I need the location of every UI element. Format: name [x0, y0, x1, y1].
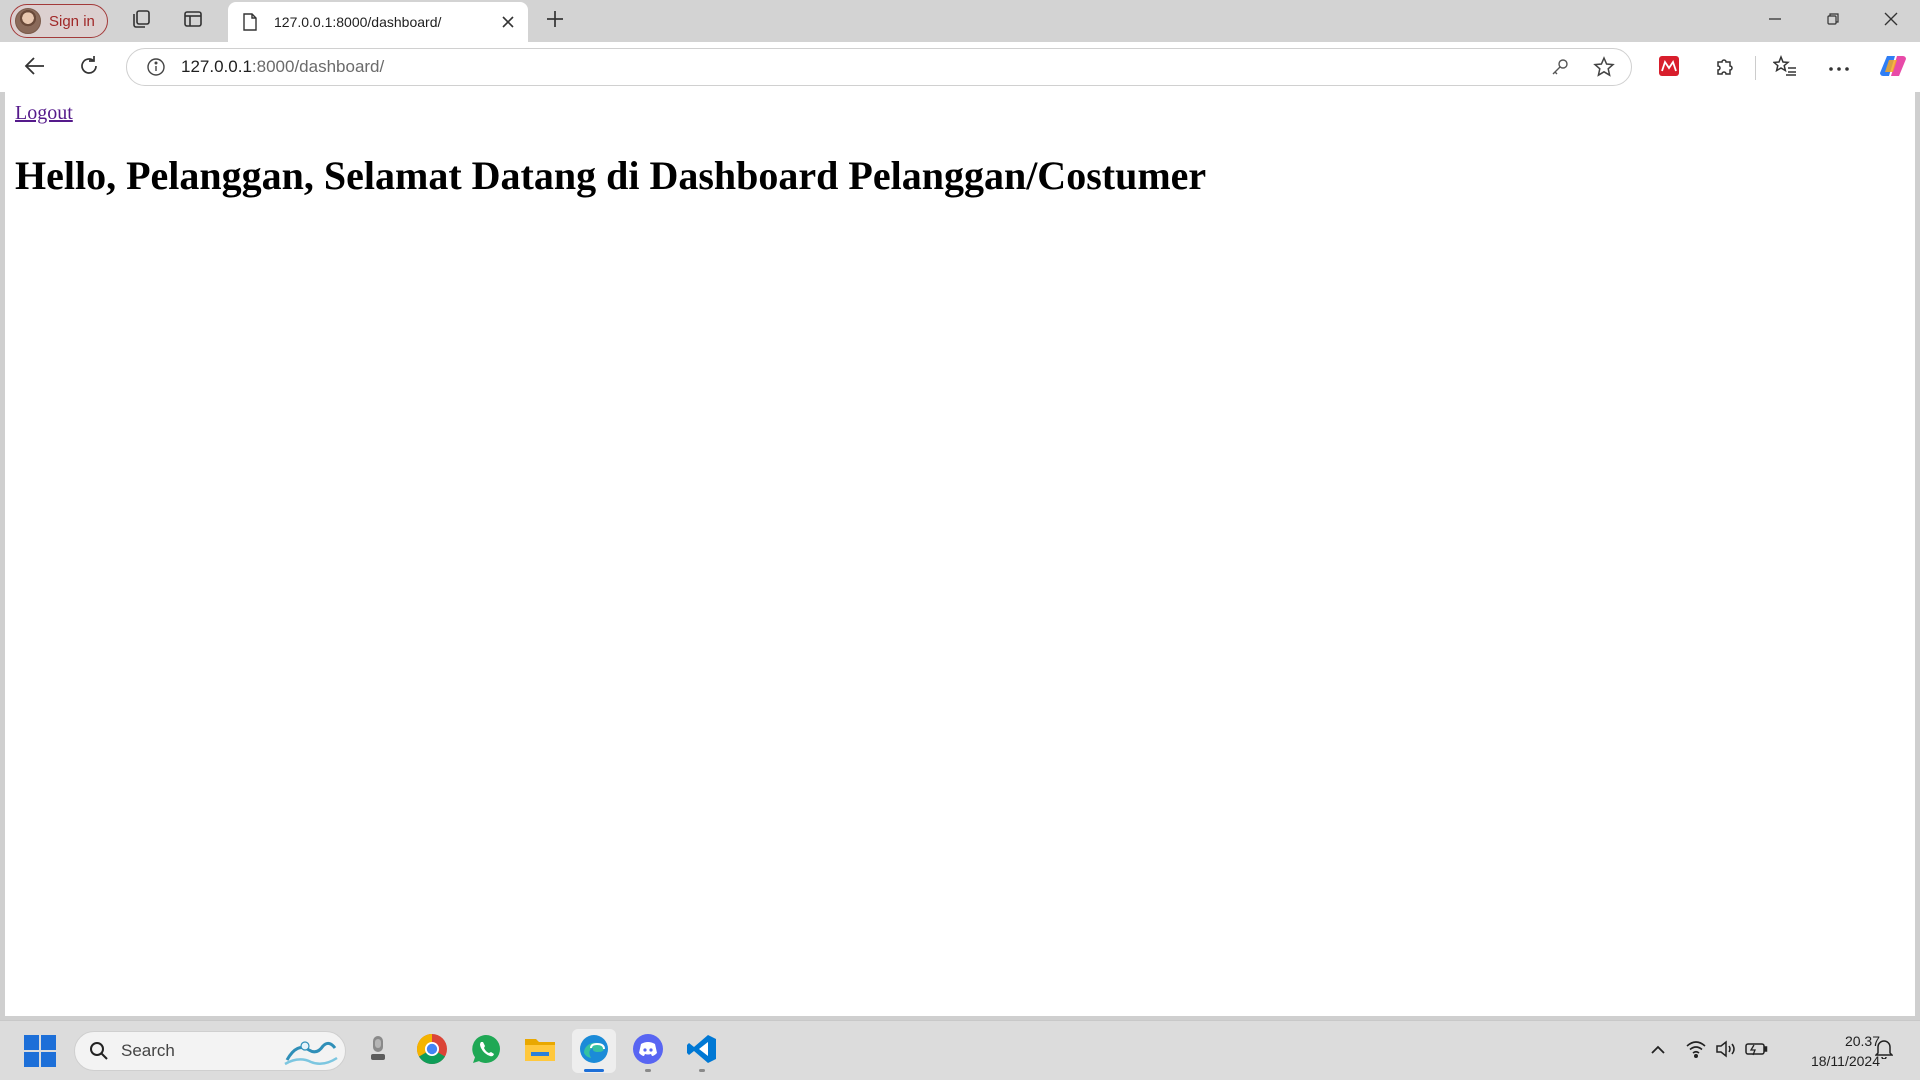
taskbar-app-microphone[interactable] — [356, 1029, 400, 1073]
microphone-icon — [367, 1034, 389, 1069]
volume-button[interactable] — [1712, 1037, 1740, 1065]
site-info-icon[interactable] — [145, 56, 167, 78]
speaker-icon — [1715, 1039, 1737, 1063]
browser-toolbar: 127.0.0.1:8000/dashboard/ — [0, 42, 1920, 92]
search-highlight-wave-icon — [283, 1035, 339, 1067]
vertical-tabs-icon — [183, 9, 203, 34]
extensions-button[interactable] — [1708, 51, 1742, 85]
wifi-icon — [1685, 1040, 1707, 1063]
settings-menu-button[interactable] — [1822, 51, 1856, 85]
taskbar-app-vscode[interactable] — [680, 1029, 724, 1073]
chevron-up-icon — [1650, 1042, 1666, 1060]
battery-button[interactable] — [1742, 1037, 1770, 1065]
minimize-button[interactable] — [1746, 0, 1804, 42]
url-path: :8000/dashboard/ — [251, 57, 385, 76]
search-label: Search — [121, 1041, 175, 1060]
file-explorer-icon — [523, 1035, 557, 1068]
extension-button[interactable] — [1652, 51, 1686, 85]
show-hidden-icons-button[interactable] — [1644, 1037, 1672, 1065]
favorites-list-icon — [1772, 54, 1797, 82]
close-window-button[interactable] — [1862, 0, 1920, 42]
clock-date: 18/11/2024 — [1810, 1053, 1880, 1069]
toolbar-divider — [1755, 56, 1756, 80]
minimize-icon — [1768, 12, 1782, 31]
logout-link[interactable]: Logout — [15, 102, 73, 125]
address-bar[interactable]: 127.0.0.1:8000/dashboard/ — [126, 48, 1632, 86]
vscode-icon — [686, 1033, 718, 1070]
red-extension-icon — [1658, 55, 1680, 82]
reload-button[interactable] — [72, 51, 106, 85]
favorite-star-icon[interactable] — [1587, 50, 1621, 84]
tab-close-icon[interactable] — [494, 8, 522, 36]
running-app-indicator — [699, 1069, 705, 1072]
discord-icon — [632, 1033, 664, 1070]
url-host: 127.0.0.1 — [181, 57, 252, 76]
page-viewport: Logout Hello, Pelanggan, Selamat Datang … — [5, 92, 1915, 1016]
page-icon — [240, 12, 260, 32]
reload-icon — [78, 55, 100, 82]
taskbar-app-edge[interactable] — [572, 1029, 616, 1073]
favorites-button[interactable] — [1768, 51, 1802, 85]
password-key-icon[interactable] — [1543, 50, 1577, 84]
browser-title-bar: Sign in 127.0.0.1:8000/dashboard/ — [0, 0, 1920, 42]
whatsapp-icon — [470, 1033, 502, 1070]
notifications-button[interactable] — [1870, 1037, 1898, 1065]
back-arrow-icon — [24, 56, 46, 81]
sign-in-label: Sign in — [49, 12, 95, 30]
taskbar-app-chrome[interactable] — [410, 1029, 454, 1073]
network-button[interactable] — [1682, 1037, 1710, 1065]
more-dots-icon — [1828, 59, 1850, 77]
tab-dashboard[interactable]: 127.0.0.1:8000/dashboard/ — [228, 2, 528, 42]
edge-icon — [578, 1033, 610, 1070]
restore-button[interactable] — [1804, 0, 1862, 42]
profile-sign-in-button[interactable]: Sign in — [10, 4, 108, 38]
back-button[interactable] — [18, 51, 52, 85]
plus-icon — [546, 10, 564, 33]
taskbar-app-discord[interactable] — [626, 1029, 670, 1073]
running-app-indicator — [645, 1069, 651, 1072]
workspaces-icon — [130, 8, 152, 35]
tab-actions-button[interactable] — [176, 6, 210, 36]
workspaces-button[interactable] — [124, 6, 158, 36]
restore-icon — [1826, 12, 1840, 31]
search-icon — [87, 1039, 111, 1063]
windows-taskbar: Search 20.37 18/11/2024 — [0, 1020, 1920, 1080]
bell-icon — [1874, 1039, 1894, 1064]
copilot-button[interactable] — [1876, 51, 1910, 85]
copilot-icon — [1879, 52, 1907, 85]
close-icon — [1884, 12, 1898, 31]
tab-title: 127.0.0.1:8000/dashboard/ — [274, 14, 442, 30]
taskbar-app-file-explorer[interactable] — [518, 1029, 562, 1073]
puzzle-icon — [1714, 55, 1736, 82]
avatar — [15, 8, 41, 34]
clock-time: 20.37 — [1844, 1033, 1880, 1049]
windows-start-icon[interactable] — [24, 1035, 56, 1067]
taskbar-app-whatsapp[interactable] — [464, 1029, 508, 1073]
chrome-icon — [416, 1033, 448, 1070]
taskbar-search-box[interactable]: Search — [74, 1031, 346, 1071]
active-app-indicator — [584, 1069, 604, 1072]
page-title: Hello, Pelanggan, Selamat Datang di Dash… — [15, 153, 1207, 198]
new-tab-button[interactable] — [538, 6, 572, 36]
url-text[interactable]: 127.0.0.1:8000/dashboard/ — [181, 57, 1543, 77]
system-clock[interactable]: 20.37 18/11/2024 — [1780, 1031, 1880, 1071]
battery-charging-icon — [1744, 1041, 1768, 1062]
